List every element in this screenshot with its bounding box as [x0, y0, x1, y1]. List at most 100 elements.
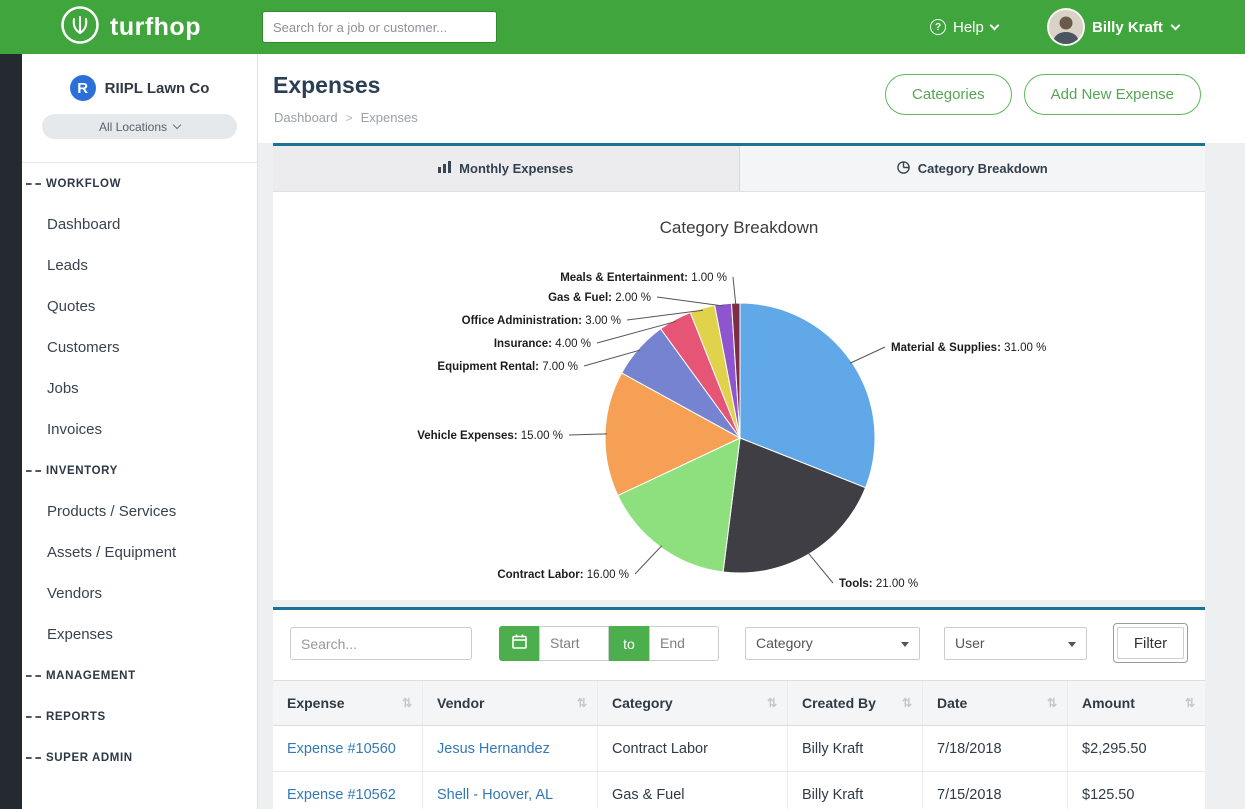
cell-vendor[interactable]: Jesus Hernandez — [423, 726, 598, 771]
breadcrumb-separator: > — [346, 111, 353, 125]
column-header-label: Created By — [802, 695, 876, 711]
sidebar-section-label: SUPER ADMIN — [46, 752, 133, 764]
filter-bar: Start to End Category User Filter — [273, 610, 1205, 680]
sidebar-section-management: MANAGEMENT — [22, 655, 257, 696]
slice-label-gas-fuel: Gas & Fuel: 2.00 % — [548, 292, 651, 304]
pie-chart-icon — [897, 161, 910, 177]
column-header-vendor[interactable]: Vendor ⇅ — [423, 681, 598, 725]
cell-created-by: Billy Kraft — [788, 726, 923, 771]
sidebar-item-dashboard[interactable]: Dashboard — [22, 204, 257, 245]
add-new-expense-button[interactable]: Add New Expense — [1024, 74, 1201, 115]
tab-category-breakdown[interactable]: Category Breakdown — [739, 146, 1206, 191]
sort-icon[interactable]: ⇅ — [767, 696, 777, 710]
slice-label-material-supplies: Material & Supplies: 31.00 % — [891, 342, 1046, 354]
start-date-input[interactable]: Start — [539, 626, 609, 661]
slice-label-meals-entertainment: Meals & Entertainment: 1.00 % — [560, 272, 727, 284]
brand-text: turfhop — [110, 13, 201, 42]
tab-label: Category Breakdown — [918, 161, 1048, 176]
column-header-expense[interactable]: Expense⇅ — [273, 681, 423, 725]
sidebar-item-expenses[interactable]: Expenses — [22, 614, 257, 655]
table-search-input[interactable] — [290, 627, 472, 660]
sidebar-item-quotes[interactable]: Quotes — [22, 286, 257, 327]
page-title: Expenses — [273, 72, 380, 99]
callout-line — [657, 297, 723, 306]
end-date-input[interactable]: End — [649, 626, 719, 661]
global-search-input[interactable] — [262, 11, 497, 43]
sort-icon[interactable]: ⇅ — [402, 696, 412, 710]
breadcrumb-expenses: Expenses — [361, 110, 418, 125]
sidebar-item-assets-equipment[interactable]: Assets / Equipment — [22, 532, 257, 573]
sidebar-item-jobs[interactable]: Jobs — [22, 368, 257, 409]
expenses-table: Expense⇅Vendor⇅Category⇅Created By⇅Date⇅… — [273, 680, 1205, 809]
sort-icon[interactable]: ⇅ — [1047, 696, 1057, 710]
callout-line — [808, 552, 833, 583]
chart-title: Category Breakdown — [273, 218, 1205, 238]
sidebar-section-reports: REPORTS — [22, 696, 257, 737]
sidebar-section-label: MANAGEMENT — [46, 670, 136, 682]
cell-amount: $2,295.50 — [1068, 726, 1205, 771]
column-header-label: Vendor — [437, 695, 484, 711]
column-header-category[interactable]: Category⇅ — [598, 681, 788, 725]
column-header-created-by[interactable]: Created By ⇅ — [788, 681, 923, 725]
cell-expense[interactable]: Expense #10562 — [273, 772, 423, 809]
cell-category: Gas & Fuel — [598, 772, 788, 809]
slice-label-vehicle-expenses: Vehicle Expenses: 15.00 % — [417, 430, 563, 442]
tab-label: Monthly Expenses — [459, 161, 573, 176]
sidebar-section-workflow: WORKFLOW — [22, 163, 257, 204]
breadcrumb-dashboard[interactable]: Dashboard — [274, 110, 338, 125]
sort-icon[interactable]: ⇅ — [1185, 696, 1195, 710]
user-name: Billy Kraft — [1092, 19, 1163, 36]
company-name: RIIPL Lawn Co — [105, 80, 210, 97]
sidebar-section-inventory: INVENTORY — [22, 450, 257, 491]
sidebar-item-leads[interactable]: Leads — [22, 245, 257, 286]
category-select[interactable]: Category — [745, 627, 920, 660]
pie-chart: Material & Supplies: 31.00 %Tools: 21.00… — [273, 250, 1205, 605]
sort-icon[interactable]: ⇅ — [577, 696, 587, 710]
sidebar-item-invoices[interactable]: Invoices — [22, 409, 257, 450]
cell-link[interactable]: Shell - Hoover, AL — [437, 787, 553, 803]
brand[interactable]: turfhop — [60, 0, 201, 54]
cell-date: 7/18/2018 — [923, 726, 1068, 771]
help-icon: ? — [930, 19, 946, 35]
date-range-button[interactable] — [499, 626, 539, 661]
company-block: R RIIPL Lawn Co All Locations — [22, 54, 257, 163]
cell-link[interactable]: Expense #10562 — [287, 787, 396, 803]
cell-link[interactable]: Expense #10560 — [287, 741, 396, 757]
chevron-down-icon — [989, 20, 999, 30]
user-select[interactable]: User — [944, 627, 1087, 660]
categories-button[interactable]: Categories — [885, 74, 1012, 115]
sidebar-section-label: REPORTS — [46, 711, 106, 723]
cell-expense[interactable]: Expense #10560 — [273, 726, 423, 771]
help-menu[interactable]: ? Help — [930, 0, 998, 54]
chevron-down-icon — [1170, 20, 1180, 30]
filter-button[interactable]: Filter — [1113, 623, 1188, 663]
location-selector[interactable]: All Locations — [42, 114, 237, 139]
tree-dash-icon — [26, 716, 41, 718]
column-header-label: Date — [937, 695, 967, 711]
sidebar-item-products-services[interactable]: Products / Services — [22, 491, 257, 532]
tree-dash-icon — [26, 183, 41, 185]
sidebar-item-vendors[interactable]: Vendors — [22, 573, 257, 614]
turfhop-logo-icon — [60, 5, 100, 50]
user-menu[interactable]: Billy Kraft — [1092, 0, 1179, 54]
category-select-value: Category — [756, 635, 813, 651]
table-row: Expense #10560Jesus HernandezContract La… — [273, 726, 1205, 772]
sidebar-section-label: INVENTORY — [46, 465, 118, 477]
sort-icon[interactable]: ⇅ — [902, 696, 912, 710]
location-label: All Locations — [99, 120, 167, 134]
tree-dash-icon — [26, 675, 41, 677]
user-avatar[interactable] — [1047, 8, 1085, 46]
slice-label-office-administration: Office Administration: 3.00 % — [462, 315, 621, 327]
tab-monthly-expenses[interactable]: Monthly Expenses — [273, 146, 739, 191]
column-header-amount[interactable]: Amount⇅ — [1068, 681, 1205, 725]
cell-vendor[interactable]: Shell - Hoover, AL — [423, 772, 598, 809]
dropdown-arrow-icon — [1068, 642, 1076, 647]
cell-link[interactable]: Jesus Hernandez — [437, 741, 550, 757]
sidebar-item-customers[interactable]: Customers — [22, 327, 257, 368]
table-header-row: Expense⇅Vendor⇅Category⇅Created By⇅Date⇅… — [273, 680, 1205, 726]
company-logo-icon: R — [70, 75, 96, 101]
tree-dash-icon — [26, 757, 41, 759]
column-header-date[interactable]: Date ⇅ — [923, 681, 1068, 725]
cell-date: 7/15/2018 — [923, 772, 1068, 809]
sidebar: R RIIPL Lawn Co All Locations WORKFLOWDa… — [22, 54, 258, 809]
